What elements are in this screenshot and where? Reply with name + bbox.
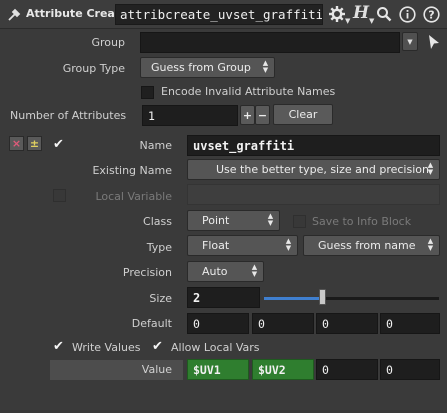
allow-local-vars-label: Allow Local Vars	[171, 341, 260, 354]
precision-label: Precision	[122, 266, 172, 279]
type-label: Type	[146, 241, 172, 254]
type-value: Float	[202, 239, 230, 252]
type-menu[interactable]: Float ▲ ▼	[187, 235, 298, 256]
add-attribute-button[interactable]: +	[240, 105, 255, 125]
existing-name-menu[interactable]: Use the better type, size and precision …	[187, 159, 440, 180]
node-type-icon[interactable]	[6, 7, 22, 23]
group-type-menu[interactable]: Guess from Group ▲ ▼	[140, 57, 275, 78]
precision-value: Auto	[202, 265, 228, 278]
group-type-value: Guess from Group	[151, 61, 251, 74]
node-type-label: Attribute Create	[26, 7, 128, 20]
default-value-field[interactable]: 0	[187, 313, 249, 334]
precision-menu[interactable]: Auto ▲ ▼	[187, 261, 264, 282]
existing-name-value: Use the better type, size and precision	[216, 163, 429, 176]
write-values-checkmark[interactable]: ✔	[53, 340, 67, 354]
local-variable-label: Local Variable	[95, 190, 172, 203]
default-label: Default	[131, 317, 172, 330]
help-icon[interactable]: ?	[422, 5, 440, 23]
type-info-value: Guess from name	[318, 239, 416, 252]
group-type-label: Group Type	[62, 62, 125, 75]
encode-invalid-label: Encode Invalid Attribute Names	[161, 85, 336, 98]
clear-button[interactable]: Clear	[273, 104, 333, 125]
group-field[interactable]	[140, 32, 400, 53]
encode-invalid-checkbox[interactable]	[141, 86, 154, 99]
class-menu[interactable]: Point ▲ ▼	[187, 210, 280, 231]
size-slider-fill	[264, 297, 323, 300]
group-menu-button[interactable]: ▼	[402, 32, 418, 51]
remove-attribute-button[interactable]: −	[255, 105, 270, 125]
size-slider-handle[interactable]	[319, 289, 326, 305]
gear-icon[interactable]	[328, 5, 346, 23]
search-icon[interactable]	[375, 5, 393, 23]
remove-instance-button[interactable]: ×	[9, 136, 24, 151]
num-attributes-field[interactable]: 1	[142, 105, 238, 126]
up-down-arrows-icon: ▲ ▼	[427, 237, 434, 252]
up-down-arrows-icon: ▲ ▼	[427, 161, 434, 176]
class-value: Point	[202, 214, 230, 227]
chevron-down-icon[interactable]: ▼	[369, 17, 374, 25]
select-arrow-icon[interactable]	[427, 34, 441, 50]
chevron-down-icon[interactable]: ▼	[345, 17, 350, 25]
insert-instance-button[interactable]: ±	[27, 136, 42, 151]
attribute-name-field[interactable]: uvset_graffiti	[187, 135, 440, 156]
up-down-arrows-icon: ▲ ▼	[262, 59, 269, 74]
value-field-uv1[interactable]: $UV1	[187, 359, 249, 380]
size-label: Size	[149, 292, 172, 305]
class-label: Class	[143, 215, 172, 228]
default-value-field[interactable]: 0	[380, 313, 440, 334]
write-values-label: Write Values	[72, 341, 141, 354]
name-enable-checkmark[interactable]: ✔	[53, 138, 67, 152]
default-value-field[interactable]: 0	[252, 313, 314, 334]
parameter-header: Attribute Create attribcreate_uvset_graf…	[0, 0, 447, 29]
node-name-field[interactable]: attribcreate_uvset_graffiti	[115, 4, 323, 25]
type-info-menu[interactable]: Guess from name ▲ ▼	[303, 235, 440, 256]
help-h-icon[interactable]: H	[352, 3, 370, 23]
existing-name-label: Existing Name	[92, 164, 172, 177]
value-field[interactable]: 0	[316, 359, 378, 380]
value-field-uv2[interactable]: $UV2	[252, 359, 314, 380]
up-down-arrows-icon: ▲ ▼	[267, 212, 274, 227]
group-label: Group	[91, 36, 126, 49]
allow-local-vars-checkmark[interactable]: ✔	[152, 340, 166, 354]
name-label: Name	[139, 139, 172, 152]
svg-text:?: ?	[428, 8, 434, 21]
save-info-checkbox[interactable]	[293, 215, 306, 228]
local-variable-field[interactable]	[187, 184, 440, 205]
size-field[interactable]: 2	[187, 287, 260, 308]
local-variable-checkbox[interactable]	[53, 189, 66, 202]
value-label: Value	[141, 363, 172, 376]
info-icon[interactable]	[398, 5, 416, 23]
up-down-arrows-icon: ▲ ▼	[285, 237, 292, 252]
value-field[interactable]: 0	[380, 359, 440, 380]
up-down-arrows-icon: ▲ ▼	[251, 263, 258, 278]
save-info-label: Save to Info Block	[312, 215, 412, 228]
num-attributes-label: Number of Attributes	[10, 109, 127, 122]
default-value-field[interactable]: 0	[316, 313, 378, 334]
